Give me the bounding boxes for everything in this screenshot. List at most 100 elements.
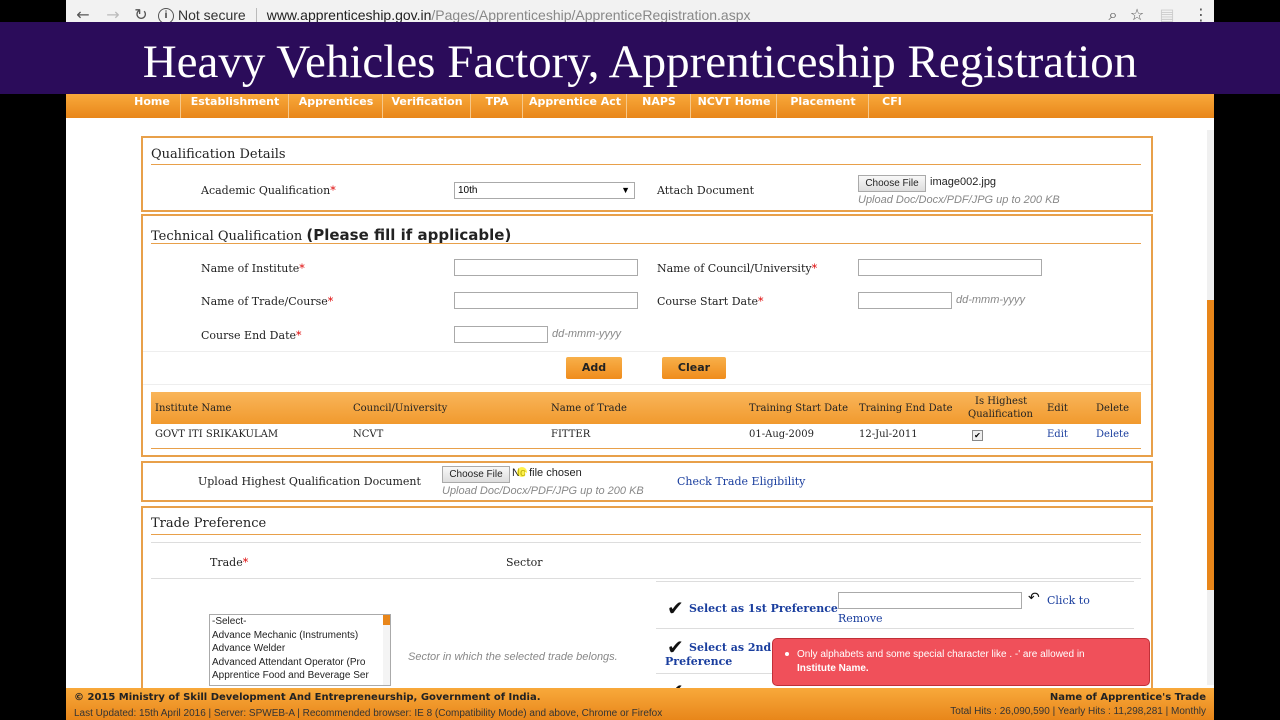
trade-listbox[interactable]: -Select- Advance Mechanic (Instruments) …: [209, 614, 391, 686]
trade-header-top-line: [151, 542, 1141, 543]
page-footer: © 2015 Ministry of Skill Development And…: [66, 688, 1214, 720]
cell-end-date: 12-Jul-2011: [859, 429, 918, 440]
qualification-title: Qualification Details: [151, 147, 286, 162]
nav-naps[interactable]: NAPS: [628, 94, 691, 118]
cell-council: NCVT: [353, 429, 384, 440]
institute-label-text: Name of Institute: [201, 262, 300, 275]
th-council: Council/University: [353, 403, 448, 414]
browser-window: ← → ↻ i Not secure www.apprenticeship.gov.…: [66, 0, 1214, 720]
attach-choose-file-button[interactable]: Choose File: [858, 175, 926, 192]
video-title-banner: Heavy Vehicles Factory, Apprenticeship R…: [0, 22, 1280, 94]
th-delete: Delete: [1096, 403, 1129, 414]
page-scrollbar[interactable]: [1207, 130, 1214, 685]
security-label: Not secure: [178, 7, 246, 23]
nav-placement[interactable]: Placement: [778, 94, 869, 118]
bullet-icon: [785, 652, 789, 657]
cell-institute: GOVT ITI SRIKAKULAM: [155, 429, 279, 440]
academic-qualification-text: Academic Qualification: [201, 184, 331, 197]
trade-option[interactable]: -Select-: [210, 615, 390, 629]
sector-header: Sector: [506, 556, 543, 569]
clear-button[interactable]: Clear: [662, 357, 726, 379]
trade-preference-divider: [151, 534, 1141, 535]
cell-trade: FITTER: [551, 429, 591, 440]
trade-header-text: Trade: [210, 556, 243, 569]
qualification-section: Qualification Details Academic Qualifica…: [141, 136, 1153, 212]
upload-highest-label: Upload Highest Qualification Document: [198, 475, 421, 488]
trade-option[interactable]: Advance Mechanic (Instruments): [210, 629, 390, 643]
url-path: /Pages/Apprenticeship/ApprenticeRegistra…: [431, 7, 751, 23]
th-edit: Edit: [1047, 403, 1068, 414]
footer-hits: Total Hits : 26,090,590 | Yearly Hits : …: [950, 706, 1206, 717]
delete-link[interactable]: Delete: [1096, 429, 1129, 440]
remove-link[interactable]: Remove: [838, 612, 883, 625]
nav-verification[interactable]: Verification: [384, 94, 471, 118]
academic-qualification-value: 10th: [458, 185, 478, 196]
tooltip-text-1: Only alphabets and some special characte…: [797, 649, 1085, 660]
nav-ncvt-home[interactable]: NCVT Home: [692, 94, 777, 118]
trade-header: Trade*: [210, 556, 248, 569]
select-2nd-preference[interactable]: Select as 2nd: [689, 641, 771, 654]
add-button[interactable]: Add: [566, 357, 622, 379]
footer-last-updated: Last Updated: 15th April 2016 | Server: …: [74, 708, 663, 719]
page-scrollbar-thumb[interactable]: [1207, 300, 1214, 590]
council-name-input[interactable]: [858, 259, 1042, 276]
academic-qualification-select[interactable]: 10th ▼: [454, 182, 635, 199]
attach-upload-hint: Upload Doc/Docx/PDF/JPG up to 200 KB: [858, 194, 1060, 206]
trade-listbox-scroll-thumb[interactable]: [383, 615, 390, 625]
attached-file-name: image002.jpg: [930, 176, 997, 188]
technical-qualification-section: Technical Qualification (Please fill if …: [141, 214, 1153, 457]
tooltip-text-2: Institute Name.: [797, 663, 869, 674]
upload-highest-choose-file-button[interactable]: Choose File: [442, 466, 510, 483]
nav-spacer: [66, 118, 1214, 128]
course-end-date-input[interactable]: [454, 326, 548, 343]
course-end-label-text: Course End Date: [201, 329, 296, 342]
trade-course-label-text: Name of Trade/Course: [201, 295, 328, 308]
select-2nd-preference-cont[interactable]: Preference: [665, 655, 732, 668]
course-end-date-hint: dd-mmm-yyyy: [552, 328, 622, 340]
pref1-trade-input[interactable]: [838, 592, 1022, 609]
trade-option[interactable]: Advanced Attendant Operator (Pro: [210, 656, 390, 670]
course-start-date-input[interactable]: [858, 292, 952, 309]
trade-option[interactable]: Apprentice Food and Beverage Ser: [210, 669, 390, 683]
academic-qualification-label: Academic Qualification*: [201, 184, 336, 197]
trade-preference-title: Trade Preference: [151, 516, 267, 531]
trade-course-input[interactable]: [454, 292, 638, 309]
th-start-date: Training Start Date: [749, 403, 848, 414]
click-to-text: Click to: [1047, 594, 1090, 607]
required-mark: *: [296, 329, 302, 342]
technical-row-divider: [143, 384, 1151, 385]
institute-label: Name of Institute*: [201, 262, 305, 275]
highest-qualification-checkbox[interactable]: ✔: [972, 430, 983, 441]
nav-cfi[interactable]: CFI: [870, 94, 914, 118]
required-mark: *: [330, 184, 336, 197]
cell-start-date: 01-Aug-2009: [749, 429, 814, 440]
upload-highest-section: Upload Highest Qualification Document Ch…: [141, 461, 1153, 502]
nav-tpa[interactable]: TPA: [472, 94, 523, 118]
required-mark: *: [327, 295, 334, 308]
reply-arrow-icon: ↶: [1028, 590, 1040, 606]
sector-hint: Sector in which the selected trade belon…: [408, 651, 618, 663]
required-mark: *: [299, 262, 305, 275]
council-label: Name of Council/University*: [657, 262, 817, 275]
nav-establishment[interactable]: Establishment: [182, 94, 289, 118]
technical-divider: [151, 243, 1141, 244]
pref-row-line: [656, 628, 1134, 629]
footer-right-label: Name of Apprentice's Trade: [1049, 692, 1206, 703]
nav-apprentices[interactable]: Apprentices: [290, 94, 383, 118]
footer-copyright: © 2015 Ministry of Skill Development And…: [74, 692, 541, 703]
nav-home[interactable]: Home: [124, 94, 181, 118]
check-trade-eligibility-link[interactable]: Check Trade Eligibility: [677, 475, 805, 488]
required-mark: *: [242, 556, 249, 569]
nav-apprentice-act[interactable]: Apprentice Act: [524, 94, 627, 118]
course-start-date-hint: dd-mmm-yyyy: [956, 294, 1026, 306]
trade-option[interactable]: Advance Welder: [210, 642, 390, 656]
trade-course-label: Name of Trade/Course*: [201, 295, 333, 308]
institute-name-input[interactable]: [454, 259, 638, 276]
dropdown-arrow-icon: ▼: [621, 185, 630, 195]
th-institute-name: Institute Name: [155, 403, 232, 414]
trade-listbox-scrollbar[interactable]: [383, 615, 390, 685]
attach-document-label: Attach Document: [657, 184, 755, 197]
pref-row-line: [656, 581, 1134, 582]
edit-link[interactable]: Edit: [1047, 429, 1068, 440]
select-1st-preference[interactable]: Select as 1st Preference: [689, 602, 838, 615]
